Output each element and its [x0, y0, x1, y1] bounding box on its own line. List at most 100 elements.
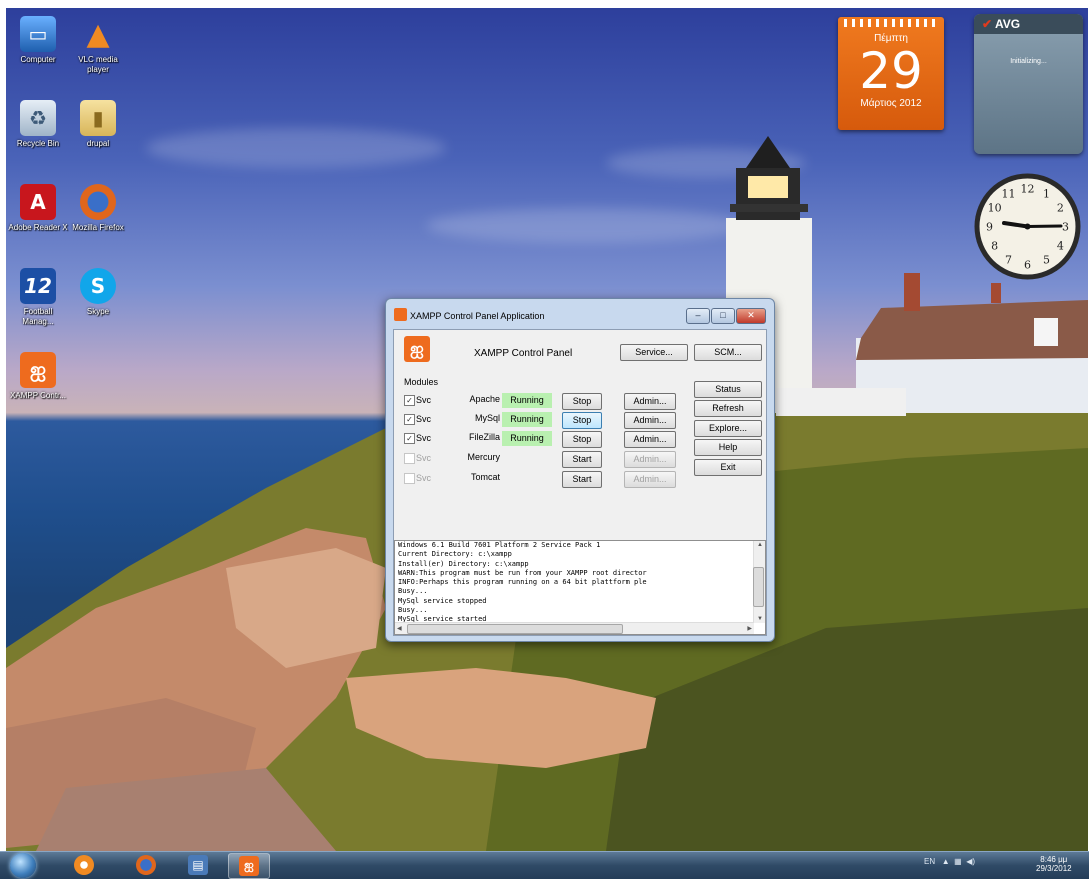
start-button[interactable] — [10, 853, 36, 878]
desktop-icon-label: XAMPP Contr... — [10, 391, 66, 400]
desktop-icon-computer[interactable]: ▭ Computer — [8, 16, 68, 65]
stop-button[interactable]: Stop — [562, 393, 602, 410]
clock-minute-hand — [1026, 224, 1063, 228]
clock-gadget[interactable]: 12 12 3 45678 9 1011 — [972, 171, 1083, 282]
start-button[interactable]: Start — [562, 471, 602, 488]
firefox-icon — [136, 855, 156, 875]
desktop-icon-football-manager[interactable]: 12 Football Manag... — [8, 268, 68, 327]
module-status: Running — [502, 393, 552, 408]
avg-gadget[interactable]: ✔ AVG Initializing... — [974, 14, 1083, 154]
firefox-icon — [80, 184, 116, 220]
close-icon: ✕ — [747, 310, 755, 320]
computer-icon: ▭ — [20, 16, 56, 52]
desktop-icon-firefox[interactable]: Mozilla Firefox — [68, 184, 128, 233]
admin-button[interactable]: Admin... — [624, 393, 676, 410]
admin-button[interactable]: Admin... — [624, 451, 676, 468]
desktop-icon-adobe-reader[interactable]: A Adobe Reader X — [8, 184, 68, 233]
desktop-icon-skype[interactable]: S Skype — [68, 268, 128, 317]
taskbar-xampp[interactable]: ஐ — [228, 853, 270, 879]
show-hidden-icons-icon[interactable]: ▲ — [942, 857, 950, 866]
log-line: Windows 6.1 Build 7601 Platform 2 Servic… — [398, 541, 601, 549]
svc-label: Svc — [416, 473, 432, 483]
clock-numeral: 4 — [1057, 240, 1064, 253]
tray-clock[interactable]: 8:46 μμ 29/3/2012 — [1036, 855, 1072, 873]
network-icon[interactable]: ▦ — [954, 857, 962, 866]
system-tray[interactable]: EN ▲ ▦ ◀) — [924, 857, 975, 866]
xampp-icon: ஐ — [239, 856, 259, 876]
media-player-icon — [74, 855, 94, 875]
xampp-app-icon — [394, 308, 407, 321]
svc-checkbox[interactable] — [404, 453, 415, 464]
desktop-icon-xampp[interactable]: ஐ XAMPP Contr... — [8, 352, 68, 401]
module-name: MySql — [474, 413, 500, 423]
skype-icon: S — [80, 268, 116, 304]
module-status: Running — [502, 431, 552, 446]
language-indicator[interactable]: EN — [924, 857, 935, 866]
start-button[interactable]: Start — [562, 451, 602, 468]
stop-button[interactable]: Stop — [562, 431, 602, 448]
log-vertical-scrollbar[interactable]: ▲ ▼ — [753, 541, 765, 623]
exit-button[interactable]: Exit — [694, 459, 762, 476]
xampp-client-area: ஐ XAMPP Control Panel Service... SCM... … — [393, 329, 767, 636]
recycle-bin-icon: ♻ — [20, 100, 56, 136]
refresh-button[interactable]: Refresh — [694, 400, 762, 417]
scroll-up-arrow-icon[interactable]: ▲ — [757, 542, 763, 548]
taskbar-firefox[interactable] — [126, 853, 166, 877]
module-name: Apache — [469, 394, 500, 404]
xampp-control-panel-window[interactable]: XAMPP Control Panel Application – □ ✕ ஐ … — [385, 298, 775, 642]
stop-button[interactable]: Stop — [562, 412, 602, 429]
service-button[interactable]: Service... — [620, 344, 688, 361]
calendar-gadget[interactable]: Πέμπτη 29 Μάρτιος 2012 — [838, 17, 944, 130]
window-title: XAMPP Control Panel Application — [410, 311, 545, 321]
scroll-right-arrow-icon[interactable]: ▶ — [747, 625, 752, 632]
scm-button[interactable]: SCM... — [694, 344, 762, 361]
clock-numeral: 6 — [1024, 259, 1031, 272]
xampp-logo-icon: ஐ — [404, 336, 430, 362]
maximize-icon: □ — [720, 310, 726, 320]
explore-button[interactable]: Explore... — [694, 420, 762, 437]
maximize-button[interactable]: □ — [711, 308, 735, 324]
module-status: Running — [502, 412, 552, 427]
svc-label: Svc — [416, 395, 432, 405]
svc-label: Svc — [416, 453, 432, 463]
clock-numeral: 1 — [1043, 188, 1050, 201]
clock-numeral: 10 — [988, 202, 1002, 215]
desktop-icon-drupal-folder[interactable]: ▮ drupal — [68, 100, 128, 149]
folder-icon: ▮ — [80, 100, 116, 136]
close-button[interactable]: ✕ — [736, 308, 766, 324]
window-titlebar[interactable]: XAMPP Control Panel Application – □ ✕ — [386, 299, 774, 329]
svc-checkbox[interactable]: ✓ — [404, 433, 415, 444]
log-horizontal-scrollbar[interactable]: ◀ ▶ — [395, 622, 754, 634]
clock-numeral: 7 — [1005, 253, 1012, 266]
desktop-icon-recycle-bin[interactable]: ♻ Recycle Bin — [8, 100, 68, 149]
scrollbar-thumb[interactable] — [407, 624, 623, 634]
scroll-left-arrow-icon[interactable]: ◀ — [397, 625, 402, 632]
calendar-rings — [844, 19, 938, 27]
window-switcher-icon: ▤ — [188, 855, 208, 875]
desktop-icon-vlc[interactable]: ▲ VLC media player — [68, 16, 128, 75]
status-button[interactable]: Status — [694, 381, 762, 398]
scrollbar-thumb[interactable] — [753, 567, 764, 607]
svc-checkbox[interactable] — [404, 473, 415, 484]
desktop-icon-label: VLC media player — [78, 55, 118, 74]
avg-gadget-header: ✔ AVG — [974, 14, 1083, 34]
svc-label: Svc — [416, 433, 432, 443]
taskbar-media-player[interactable] — [64, 853, 104, 877]
scroll-down-arrow-icon[interactable]: ▼ — [757, 616, 763, 622]
minimize-button[interactable]: – — [686, 308, 710, 324]
log-output[interactable]: Windows 6.1 Build 7601 Platform 2 Servic… — [394, 540, 766, 635]
taskbar: ▤ ஐ EN ▲ ▦ ◀) 8:46 μμ 29/3/2012 — [0, 851, 1089, 879]
volume-icon[interactable]: ◀) — [966, 857, 975, 866]
help-button[interactable]: Help — [694, 439, 762, 456]
admin-button[interactable]: Admin... — [624, 431, 676, 448]
admin-button[interactable]: Admin... — [624, 412, 676, 429]
svc-checkbox[interactable]: ✓ — [404, 395, 415, 406]
taskbar-window-switcher[interactable]: ▤ — [178, 853, 218, 877]
tray-date: 29/3/2012 — [1036, 864, 1072, 873]
desktop-icon-label: Computer — [20, 55, 56, 64]
module-name: Tomcat — [470, 472, 500, 482]
admin-button[interactable]: Admin... — [624, 471, 676, 488]
svc-checkbox[interactable]: ✓ — [404, 414, 415, 425]
log-line: Install(er) Directory: c:\xampp — [398, 559, 529, 568]
fm12-icon: 12 — [20, 268, 56, 304]
